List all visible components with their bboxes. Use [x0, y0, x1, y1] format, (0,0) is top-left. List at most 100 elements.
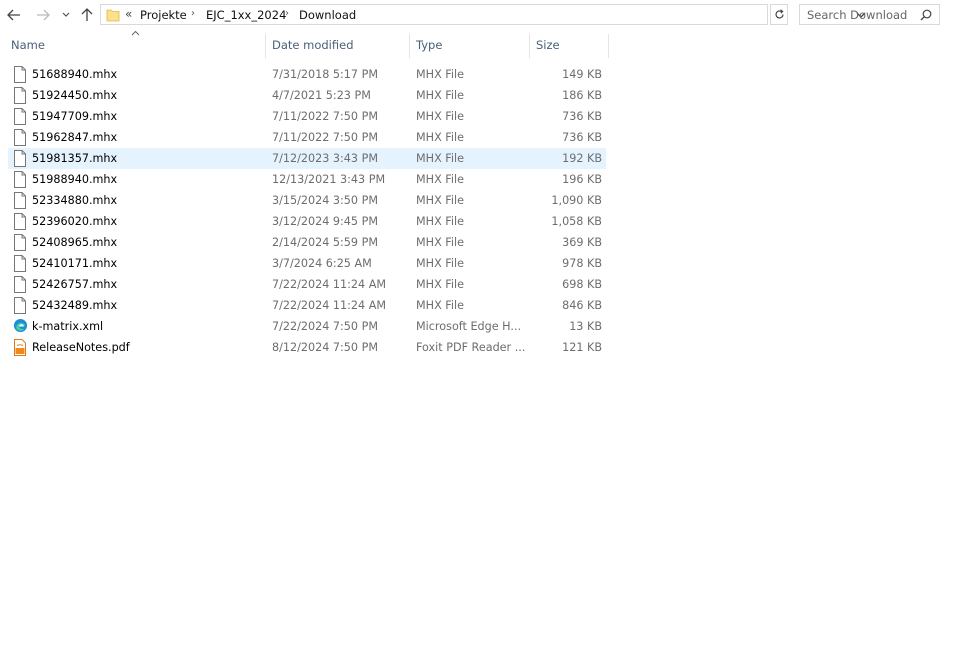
file-icon — [13, 108, 27, 125]
file-name: 52432489.mhx — [32, 299, 118, 312]
column-header: Name Date modified Type Size — [0, 30, 610, 58]
breadcrumb-projekte[interactable]: Projekte — [140, 8, 187, 22]
file-icon — [13, 87, 27, 104]
column-type[interactable]: Type — [416, 38, 442, 52]
pdf-icon — [13, 339, 27, 356]
column-size[interactable]: Size — [536, 38, 560, 52]
file-size: 369 KB — [562, 236, 602, 249]
column-divider[interactable] — [529, 34, 530, 58]
file-size: 1,090 KB — [551, 194, 602, 207]
file-type: MHX File — [416, 68, 465, 81]
file-type: Microsoft Edge H... — [416, 320, 522, 333]
file-type: MHX File — [416, 131, 465, 144]
file-date-modified: 7/31/2018 5:17 PM — [272, 68, 378, 81]
edge-icon — [13, 318, 28, 335]
file-name: 52426757.mhx — [32, 278, 118, 291]
breadcrumb-ejc[interactable]: EJC_1xx_2024 — [206, 8, 286, 22]
file-date-modified: 7/11/2022 7:50 PM — [272, 131, 378, 144]
breadcrumb-separator-icon[interactable]: › — [191, 8, 195, 19]
file-size: 1,058 KB — [551, 215, 602, 228]
file-icon — [13, 192, 27, 209]
file-row[interactable]: 52396020.mhx 3/12/2024 9:45 PM MHX File 1,0… — [8, 211, 606, 232]
file-icon — [13, 129, 27, 146]
column-divider[interactable] — [409, 34, 410, 58]
file-row[interactable]: 51947709.mhx 7/11/2022 7:50 PM MHX File 736… — [8, 106, 606, 127]
file-date-modified: 7/22/2024 7:50 PM — [272, 320, 378, 333]
file-type: MHX File — [416, 173, 465, 186]
file-type: MHX File — [416, 89, 465, 102]
arrow-right-icon — [37, 9, 50, 21]
search-icon[interactable] — [920, 9, 932, 21]
file-size: 13 KB — [569, 320, 602, 333]
file-name: 51962847.mhx — [32, 131, 118, 144]
column-divider[interactable] — [608, 34, 609, 58]
arrow-left-icon — [7, 9, 20, 21]
file-row[interactable]: 51924450.mhx 4/7/2021 5:23 PM MHX File 186 … — [8, 85, 606, 106]
file-type: MHX File — [416, 236, 465, 249]
sort-ascending-icon — [131, 30, 140, 36]
file-name: 52410171.mhx — [32, 257, 118, 270]
address-bar[interactable]: « Projekte › EJC_1xx_2024 › Download — [100, 4, 866, 25]
file-size: 196 KB — [562, 173, 602, 186]
file-date-modified: 7/11/2022 7:50 PM — [272, 110, 378, 123]
file-type: MHX File — [416, 194, 465, 207]
file-date-modified: 12/13/2021 3:43 PM — [272, 173, 386, 186]
file-row[interactable]: 52426757.mhx 7/22/2024 11:24 AM MHX File 69… — [8, 274, 606, 295]
forward-button[interactable] — [34, 5, 52, 25]
file-size: 149 KB — [562, 68, 602, 81]
file-icon — [13, 66, 27, 83]
file-date-modified: 3/15/2024 3:50 PM — [272, 194, 378, 207]
file-date-modified: 8/12/2024 7:50 PM — [272, 341, 378, 354]
file-size: 186 KB — [562, 89, 602, 102]
refresh-button[interactable] — [770, 4, 788, 25]
file-name: k-matrix.xml — [32, 320, 104, 333]
file-date-modified: 4/7/2021 5:23 PM — [272, 89, 371, 102]
file-icon — [13, 255, 27, 272]
up-button[interactable] — [79, 5, 95, 25]
file-type: MHX File — [416, 299, 465, 312]
navigation-toolbar: « Projekte › EJC_1xx_2024 › Download Sea… — [0, 0, 953, 30]
file-row[interactable]: ReleaseNotes.pdf 8/12/2024 7:50 PM Foxit P… — [8, 337, 606, 358]
file-name: 52334880.mhx — [32, 194, 118, 207]
file-type: MHX File — [416, 152, 465, 165]
recent-locations-button[interactable] — [60, 5, 72, 25]
column-divider[interactable] — [265, 34, 266, 58]
file-icon — [13, 234, 27, 251]
file-row[interactable]: 52334880.mhx 3/15/2024 3:50 PM MHX File 1,0… — [8, 190, 606, 211]
file-row[interactable]: 51688940.mhx 7/31/2018 5:17 PM MHX File 149… — [8, 64, 606, 85]
file-name: 51988940.mhx — [32, 173, 118, 186]
file-date-modified: 2/14/2024 5:59 PM — [272, 236, 378, 249]
breadcrumb-download[interactable]: Download — [299, 8, 356, 22]
breadcrumb-separator-icon[interactable]: › — [285, 8, 289, 19]
file-type: MHX File — [416, 278, 465, 291]
file-row[interactable]: 52410171.mhx 3/7/2024 6:25 AM MHX File 978 … — [8, 253, 606, 274]
file-row[interactable]: 51988940.mhx 12/13/2021 3:43 PM MHX File 19… — [8, 169, 606, 190]
file-date-modified: 7/22/2024 11:24 AM — [272, 299, 387, 312]
file-name: 52408965.mhx — [32, 236, 118, 249]
folder-icon — [106, 9, 120, 22]
file-size: 736 KB — [562, 131, 602, 144]
column-name[interactable]: Name — [11, 38, 45, 52]
arrow-up-icon — [81, 8, 93, 21]
file-row[interactable]: 52432489.mhx 7/22/2024 11:24 AM MHX File 84… — [8, 295, 606, 316]
file-size: 736 KB — [562, 110, 602, 123]
overflow-chevron[interactable]: « — [125, 7, 132, 21]
file-row[interactable]: k-matrix.xml 7/22/2024 7:50 PM Microsoft E… — [8, 316, 606, 337]
file-type: Foxit PDF Reader ... — [416, 341, 526, 354]
file-type: MHX File — [416, 110, 465, 123]
search-input[interactable]: Search Download — [807, 8, 907, 22]
file-name: 51924450.mhx — [32, 89, 118, 102]
column-date-modified[interactable]: Date modified — [272, 38, 354, 52]
file-row[interactable]: 51981357.mhx 7/12/2023 3:43 PM MHX File 192… — [8, 148, 606, 169]
file-icon — [13, 297, 27, 314]
file-date-modified: 7/22/2024 11:24 AM — [272, 278, 387, 291]
file-size: 121 KB — [562, 341, 602, 354]
search-box[interactable]: Search Download — [799, 4, 940, 25]
file-row[interactable]: 51962847.mhx 7/11/2022 7:50 PM MHX File 736… — [8, 127, 606, 148]
file-name: 51981357.mhx — [32, 152, 118, 165]
file-type: MHX File — [416, 215, 465, 228]
back-button[interactable] — [5, 5, 23, 25]
file-name: 51947709.mhx — [32, 110, 118, 123]
chevron-down-icon — [62, 12, 70, 17]
file-row[interactable]: 52408965.mhx 2/14/2024 5:59 PM MHX File 369… — [8, 232, 606, 253]
